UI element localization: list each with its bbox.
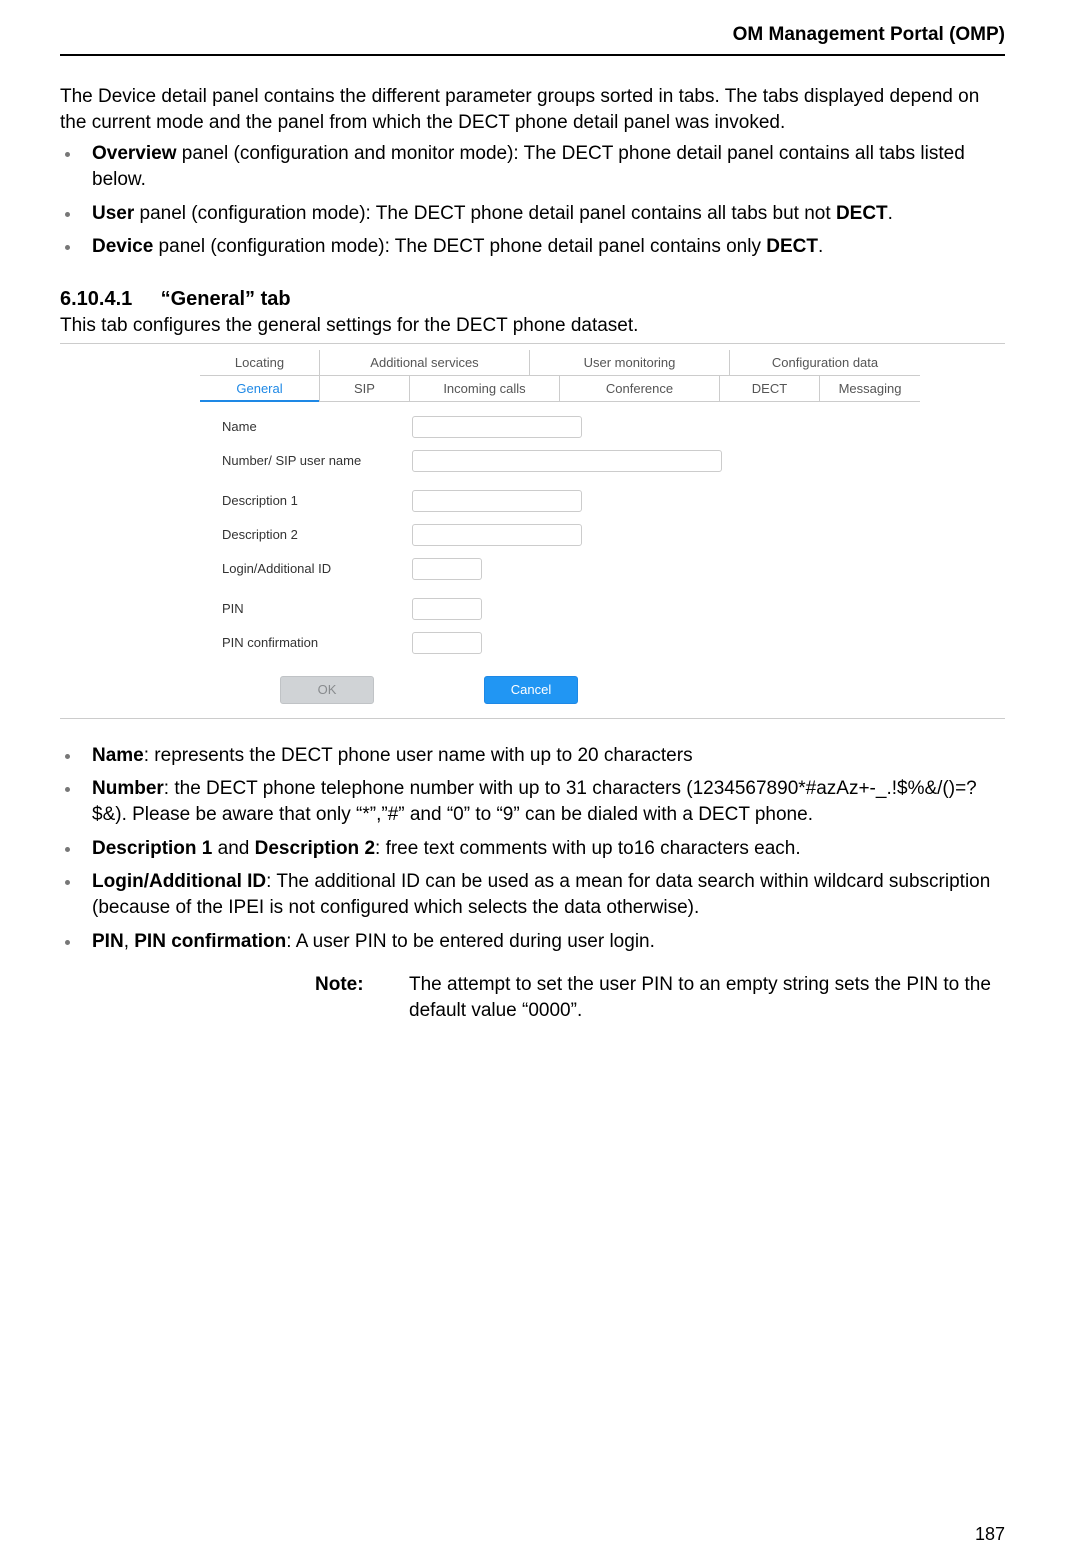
row-desc1: Description 1: [222, 490, 920, 512]
input-name[interactable]: [412, 416, 582, 438]
definition-list: Name: represents the DECT phone user nam…: [60, 743, 1005, 954]
tab-general[interactable]: General: [200, 376, 320, 401]
label-login: Login/Additional ID: [222, 561, 412, 576]
input-pinconf[interactable]: [412, 632, 482, 654]
tab-sip[interactable]: SIP: [320, 376, 410, 401]
def-description: Description 1 and Description 2: free te…: [82, 836, 1005, 862]
section-heading: 6.10.4.1 “General” tab: [60, 288, 1005, 311]
form-area: Name Number/ SIP user name Description 1…: [200, 402, 920, 704]
label-number: Number/ SIP user name: [222, 453, 412, 468]
label-pin: PIN: [222, 601, 412, 616]
tab-rows: Locating Additional services User monito…: [200, 350, 920, 402]
label-name: Name: [222, 419, 412, 434]
row-login: Login/Additional ID: [222, 558, 920, 580]
cancel-button[interactable]: Cancel: [484, 676, 578, 704]
tab-additional-services[interactable]: Additional services: [320, 350, 530, 375]
intro-bullet-device: Device panel (configuration mode): The D…: [82, 234, 1005, 260]
screenshot-figure: Locating Additional services User monito…: [60, 343, 1005, 719]
label-pinconf: PIN confirmation: [222, 635, 412, 650]
ok-button[interactable]: OK: [280, 676, 374, 704]
tab-user-monitoring[interactable]: User monitoring: [530, 350, 730, 375]
def-login: Login/Additional ID: The additional ID c…: [82, 869, 1005, 920]
tab-configuration-data[interactable]: Configuration data: [730, 350, 920, 375]
def-number: Number: the DECT phone telephone number …: [82, 776, 1005, 827]
intro-bullet-overview: Overview panel (configuration and monito…: [82, 141, 1005, 192]
header-title: OM Management Portal (OMP): [733, 24, 1005, 45]
tab-messaging[interactable]: Messaging: [820, 376, 920, 401]
intro-paragraph: The Device detail panel contains the dif…: [60, 84, 1005, 135]
section-number: 6.10.4.1: [60, 288, 155, 311]
tab-row-1: Locating Additional services User monito…: [200, 350, 920, 376]
def-pin: PIN, PIN confirmation: A user PIN to be …: [82, 929, 1005, 955]
intro-bullet-user: User panel (configuration mode): The DEC…: [82, 201, 1005, 227]
row-pinconf: PIN confirmation: [222, 632, 920, 654]
tab-row-2: General SIP Incoming calls Conference DE…: [200, 376, 920, 402]
row-pin: PIN: [222, 598, 920, 620]
section-title: “General” tab: [161, 288, 291, 310]
input-number[interactable]: [412, 450, 722, 472]
intro-block: The Device detail panel contains the dif…: [60, 84, 1005, 260]
input-desc2[interactable]: [412, 524, 582, 546]
label-desc2: Description 2: [222, 527, 412, 542]
tab-incoming-calls[interactable]: Incoming calls: [410, 376, 560, 401]
tab-conference[interactable]: Conference: [560, 376, 720, 401]
input-login[interactable]: [412, 558, 482, 580]
intro-bullets: Overview panel (configuration and monito…: [60, 141, 1005, 260]
input-pin[interactable]: [412, 598, 482, 620]
row-name: Name: [222, 416, 920, 438]
row-desc2: Description 2: [222, 524, 920, 546]
note-text: The attempt to set the user PIN to an em…: [409, 972, 1005, 1023]
note-label: Note:: [315, 972, 409, 1023]
input-desc1[interactable]: [412, 490, 582, 512]
button-row: OK Cancel: [280, 676, 920, 704]
section-description: This tab configures the general settings…: [60, 315, 1005, 337]
label-desc1: Description 1: [222, 493, 412, 508]
page-number: 187: [975, 1524, 1005, 1545]
def-name: Name: represents the DECT phone user nam…: [82, 743, 1005, 769]
page-header: OM Management Portal (OMP): [60, 24, 1005, 56]
tab-dect[interactable]: DECT: [720, 376, 820, 401]
tab-locating[interactable]: Locating: [200, 350, 320, 375]
screenshot-panel: Locating Additional services User monito…: [200, 350, 920, 704]
note-block: Note: The attempt to set the user PIN to…: [315, 972, 1005, 1023]
row-number: Number/ SIP user name: [222, 450, 920, 472]
